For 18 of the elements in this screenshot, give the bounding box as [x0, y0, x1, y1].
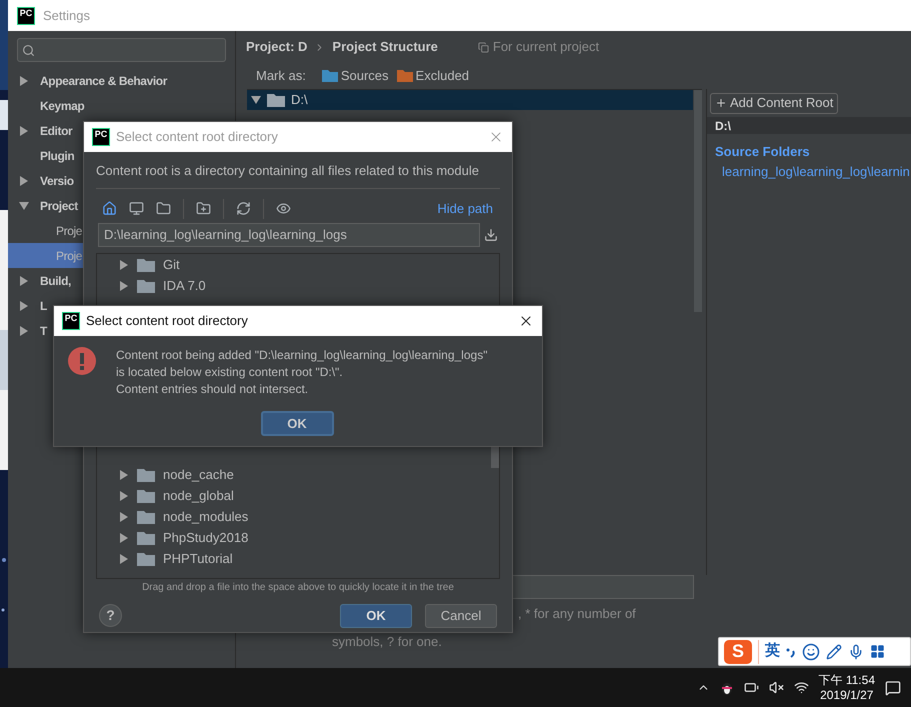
- dialog-title: Select content root directory: [86, 312, 249, 330]
- hint-text: symbols, ? for one.: [332, 632, 442, 651]
- scope-note: For current project: [492, 38, 600, 56]
- app-logo: PC: [92, 128, 110, 146]
- dialog-title: Select content root directory: [116, 128, 279, 146]
- app-logo: PC: [17, 6, 35, 24]
- hint-text: , * for any number of: [518, 605, 636, 623]
- tree-label: D:\: [291, 91, 308, 110]
- dialog-description: Content root is a directory containing all files related to this module: [96, 161, 500, 188]
- app-logo: PC: [62, 312, 80, 330]
- error-message: Content root being added "D:\learning_log\learning_log\learning_logs": [116, 347, 488, 364]
- section-title: Source Folders: [714, 143, 811, 161]
- content-root-header: D:\: [707, 117, 911, 134]
- mark-as-label: Mark as:: [256, 67, 306, 86]
- hint-text: Drag and drop a file into the space above to quickly locate it in the tree: [141, 580, 455, 594]
- error-message: is located below existing content root "D:\".: [116, 364, 344, 381]
- error-message: Content entries should not intersect.: [116, 381, 310, 398]
- window-title: Settings: [43, 6, 90, 25]
